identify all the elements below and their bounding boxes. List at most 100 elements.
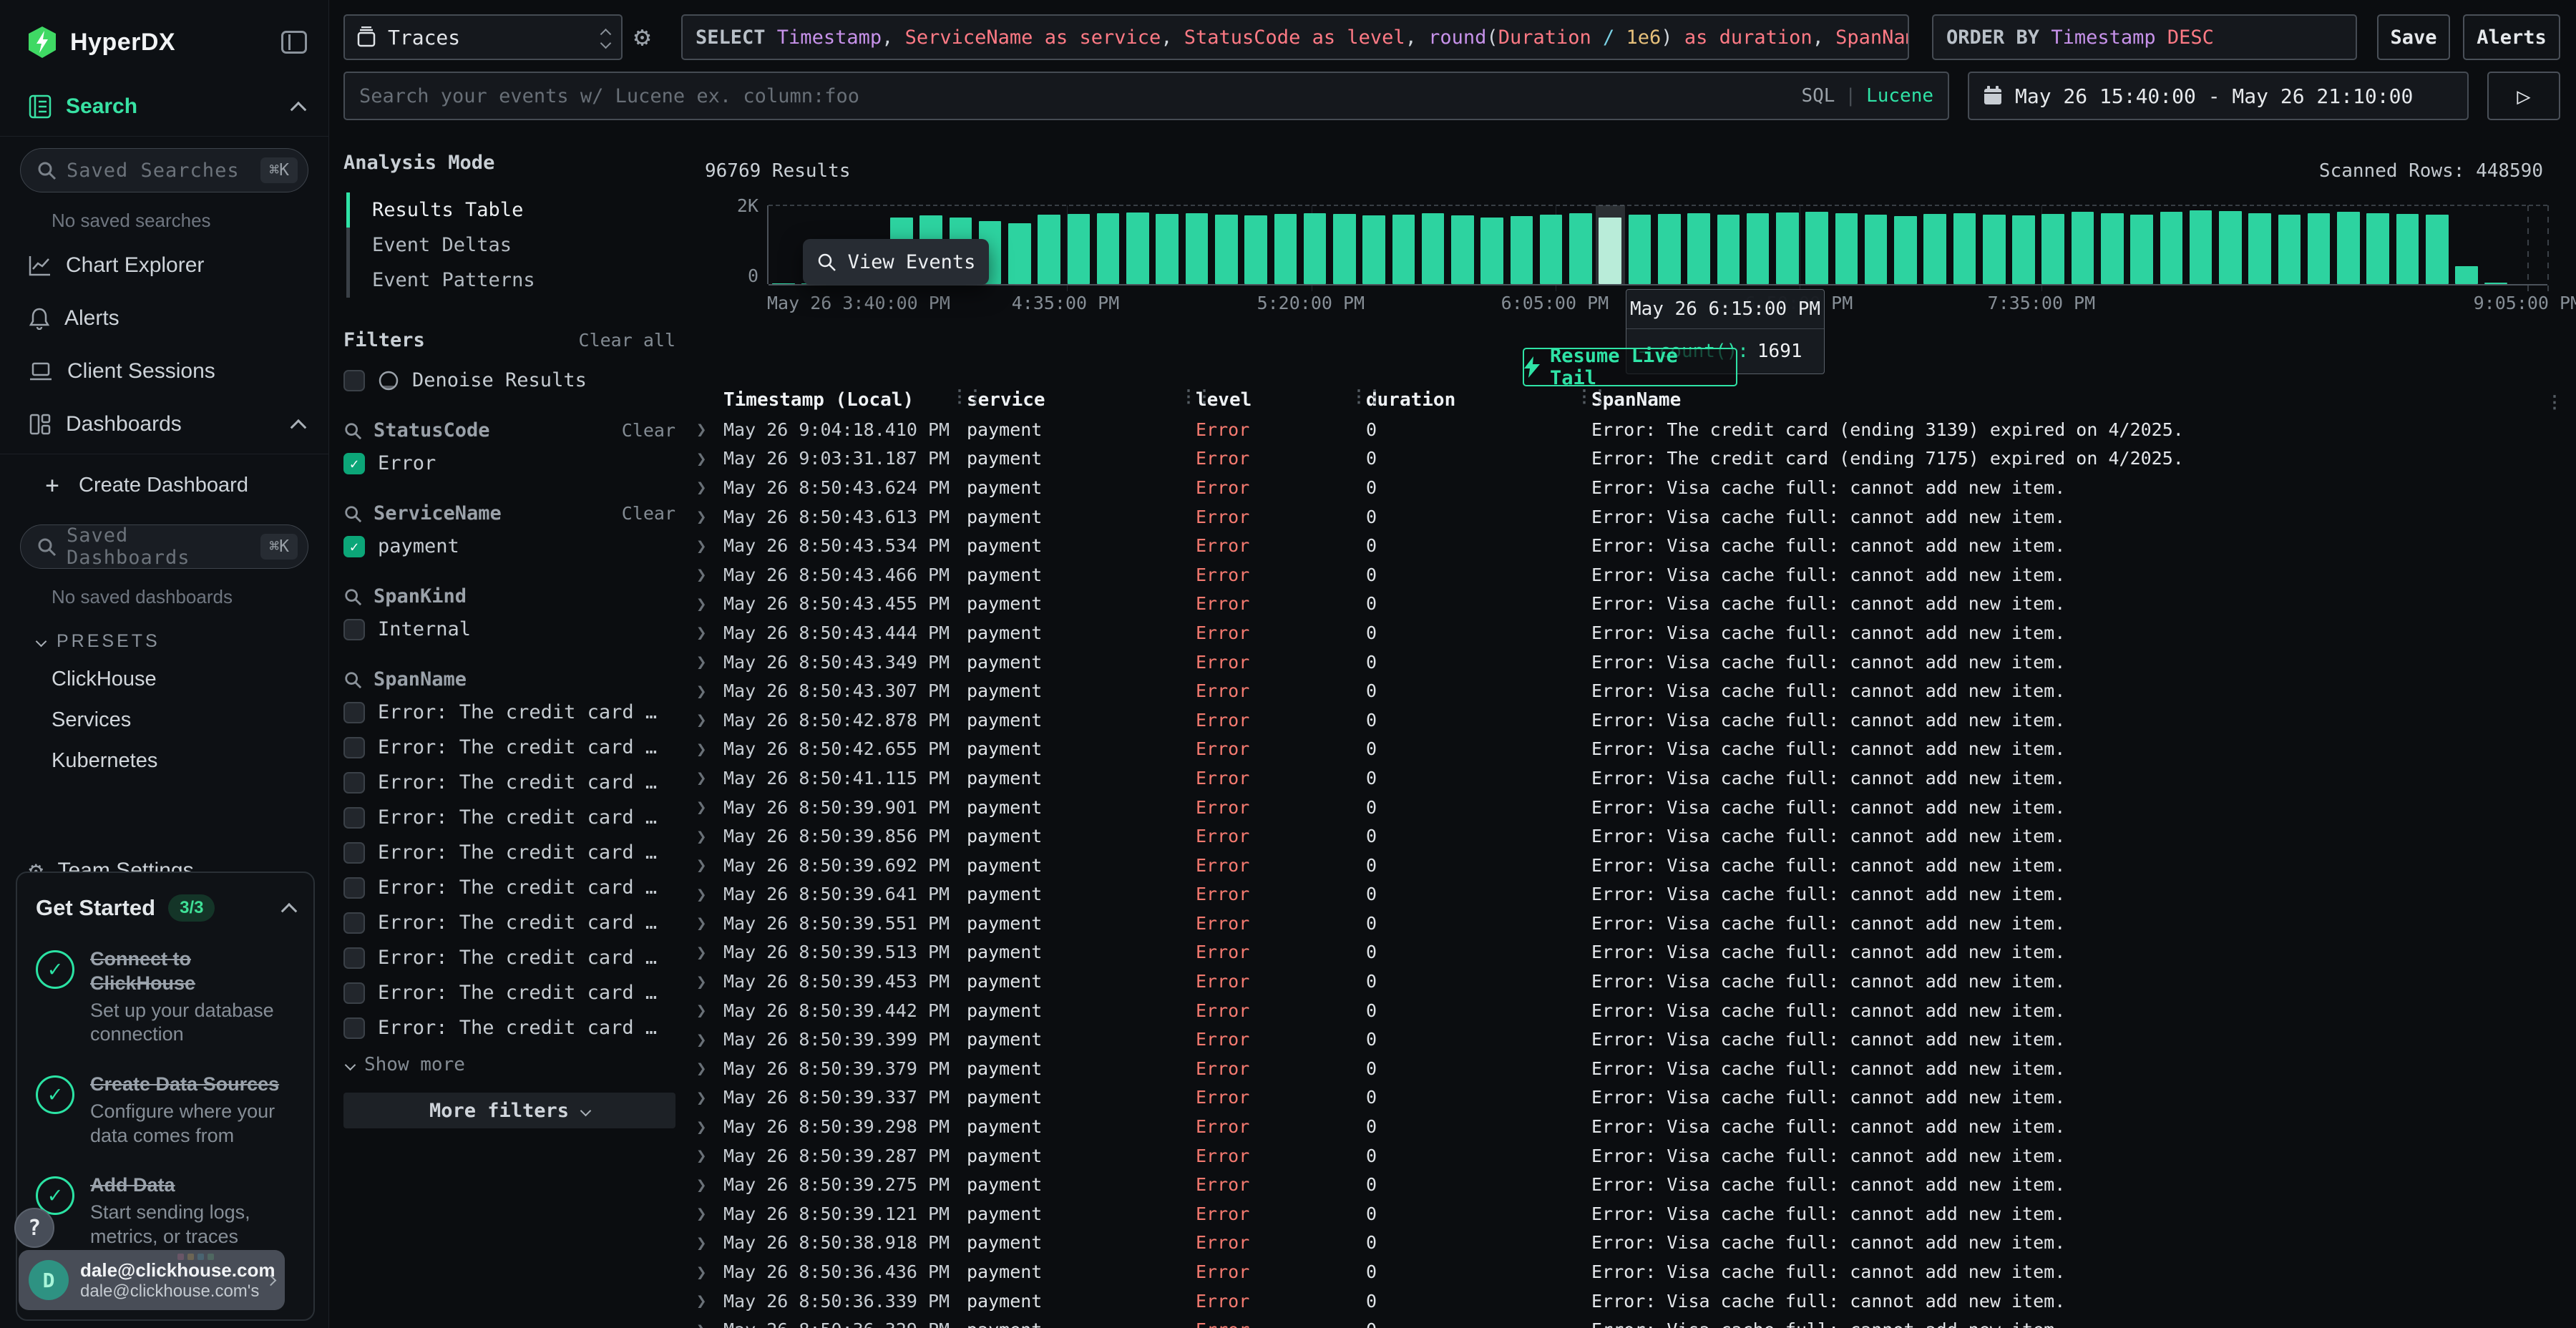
column-resize-handle[interactable]: ⋮⋮	[1180, 386, 1211, 406]
histogram-bar[interactable]	[1805, 212, 1828, 284]
histogram-bar[interactable]	[1717, 215, 1740, 284]
histogram-bar[interactable]	[1747, 213, 1770, 284]
sql-select-input[interactable]: SELECT Timestamp, ServiceName as service…	[681, 14, 1909, 60]
histogram-bar[interactable]	[1008, 223, 1031, 284]
search-icon[interactable]	[343, 587, 362, 606]
histogram-bar[interactable]	[1274, 214, 1297, 284]
filter-value-checkbox[interactable]: ✓Internal	[343, 612, 675, 647]
column-header-level[interactable]: ⋮⋮level	[1196, 389, 1366, 411]
sidebar-item-search[interactable]: Search	[0, 80, 328, 133]
expand-row-icon[interactable]: ❯	[696, 797, 723, 817]
expand-row-icon[interactable]: ❯	[696, 884, 723, 904]
preset-item[interactable]: Services	[0, 700, 328, 741]
expand-row-icon[interactable]: ❯	[696, 1204, 723, 1224]
histogram-bar[interactable]	[1923, 214, 1946, 284]
clear-link[interactable]: Clear	[622, 420, 675, 441]
preset-item[interactable]: Kubernetes	[0, 741, 328, 781]
sidebar-item-client-sessions[interactable]: Client Sessions	[0, 345, 328, 398]
histogram-bar[interactable]	[1511, 216, 1533, 284]
histogram-bar[interactable]	[1038, 215, 1060, 284]
histogram-bar[interactable]	[1244, 215, 1267, 284]
show-more-link[interactable]: Show more	[343, 1045, 675, 1075]
expand-row-icon[interactable]: ❯	[696, 972, 723, 992]
search-icon[interactable]	[343, 421, 362, 440]
expand-row-icon[interactable]: ❯	[696, 826, 723, 846]
clear-all-link[interactable]: Clear all	[579, 330, 675, 351]
sql-mode-toggle[interactable]: SQL	[1801, 85, 1835, 107]
histogram-bar[interactable]	[2455, 266, 2478, 284]
preset-item[interactable]: ClickHouse	[0, 659, 328, 700]
table-row[interactable]: ❯ May 26 8:50:36.339 PM payment Error 0 …	[691, 1286, 2576, 1316]
filter-value-checkbox[interactable]: ✓Error: The credit card …	[343, 1010, 675, 1045]
expand-row-icon[interactable]: ❯	[696, 681, 723, 701]
histogram-bar[interactable]	[2248, 213, 2271, 284]
chevron-up-icon[interactable]	[281, 903, 298, 919]
source-select[interactable]: Traces	[343, 14, 623, 60]
column-header-service[interactable]: ⋮⋮service	[967, 389, 1196, 411]
expand-row-icon[interactable]: ❯	[696, 768, 723, 788]
source-settings-gear-icon[interactable]: ⚙	[634, 23, 650, 50]
expand-row-icon[interactable]: ❯	[696, 507, 723, 527]
order-by-input[interactable]: ORDER BY Timestamp DESC	[1932, 14, 2357, 60]
filter-value-checkbox[interactable]: ✓Error: The credit card …	[343, 765, 675, 800]
histogram-bar[interactable]	[2041, 214, 2064, 284]
expand-row-icon[interactable]: ❯	[696, 1000, 723, 1020]
live-tail-play-button[interactable]: ▷	[2487, 72, 2560, 120]
get-started-step[interactable]: ✓ Connect to ClickHouse Set up your data…	[36, 947, 295, 1047]
presets-toggle[interactable]: PRESETS	[0, 615, 328, 659]
table-row[interactable]: ❯ May 26 8:50:39.275 PM payment Error 0 …	[691, 1170, 2576, 1199]
table-row[interactable]: ❯ May 26 8:50:43.444 PM payment Error 0 …	[691, 618, 2576, 648]
histogram-bar[interactable]	[1392, 215, 1415, 284]
get-started-step[interactable]: ✓ Add Data Start sending logs, metrics, …	[36, 1173, 295, 1249]
expand-row-icon[interactable]: ❯	[696, 1262, 723, 1282]
expand-row-icon[interactable]: ❯	[696, 419, 723, 439]
histogram-bar[interactable]	[1835, 213, 1858, 284]
expand-row-icon[interactable]: ❯	[696, 536, 723, 556]
save-button[interactable]: Save	[2377, 14, 2450, 60]
expand-row-icon[interactable]: ❯	[696, 942, 723, 962]
expand-row-icon[interactable]: ❯	[696, 652, 723, 672]
lucene-search-input[interactable]: Search your events w/ Lucene ex. column:…	[343, 72, 1949, 120]
histogram-bar[interactable]	[1599, 218, 1621, 284]
filter-value-checkbox[interactable]: ✓Error	[343, 446, 675, 481]
histogram-bar[interactable]	[1333, 214, 1356, 284]
column-resize-handle[interactable]: ⋮	[2546, 392, 2563, 412]
expand-row-icon[interactable]: ❯	[696, 1117, 723, 1137]
histogram-bar[interactable]	[1658, 214, 1681, 284]
more-filters-button[interactable]: More filters	[343, 1093, 675, 1128]
histogram-plot[interactable]	[767, 205, 2547, 284]
table-row[interactable]: ❯ May 26 8:50:39.121 PM payment Error 0 …	[691, 1199, 2576, 1229]
table-row[interactable]: ❯ May 26 8:50:39.692 PM payment Error 0 …	[691, 851, 2576, 880]
table-row[interactable]: ❯ May 26 8:50:43.613 PM payment Error 0 …	[691, 502, 2576, 532]
histogram-bar[interactable]	[1480, 218, 1503, 285]
filter-value-checkbox[interactable]: ✓Error: The credit card …	[343, 975, 675, 1010]
table-row[interactable]: ❯ May 26 8:50:39.453 PM payment Error 0 …	[691, 967, 2576, 996]
histogram-bar[interactable]	[2278, 215, 2301, 284]
expand-row-icon[interactable]: ❯	[696, 622, 723, 643]
histogram-bar[interactable]	[2130, 215, 2153, 284]
filter-value-checkbox[interactable]: ✓Error: The credit card …	[343, 800, 675, 835]
table-row[interactable]: ❯ May 26 8:50:39.513 PM payment Error 0 …	[691, 938, 2576, 967]
table-row[interactable]: ❯ May 26 8:50:39.399 PM payment Error 0 …	[691, 1025, 2576, 1054]
expand-row-icon[interactable]: ❯	[696, 1030, 723, 1050]
histogram-bar[interactable]	[1186, 213, 1209, 284]
table-row[interactable]: ❯ May 26 8:50:39.337 PM payment Error 0 …	[691, 1083, 2576, 1113]
create-dashboard-button[interactable]: + Create Dashboard	[0, 457, 328, 513]
expand-row-icon[interactable]: ❯	[696, 1320, 723, 1328]
filter-value-checkbox[interactable]: ✓payment	[343, 529, 675, 564]
analysis-mode-tab[interactable]: Results Table	[346, 192, 675, 228]
histogram-bar[interactable]	[2426, 215, 2449, 284]
expand-row-icon[interactable]: ❯	[696, 449, 723, 469]
histogram-bar[interactable]	[1097, 213, 1120, 284]
table-row[interactable]: ❯ May 26 8:50:39.641 PM payment Error 0 …	[691, 880, 2576, 909]
filter-value-checkbox[interactable]: ✓Error: The credit card …	[343, 835, 675, 870]
filter-value-checkbox[interactable]: ✓Error: The credit card …	[343, 695, 675, 730]
histogram-bar[interactable]	[1126, 213, 1149, 284]
table-row[interactable]: ❯ May 26 9:03:31.187 PM payment Error 0 …	[691, 444, 2576, 474]
saved-searches-input[interactable]: Saved Searches ⌘K	[20, 148, 308, 192]
table-row[interactable]: ❯ May 26 8:50:39.298 PM payment Error 0 …	[691, 1112, 2576, 1141]
expand-row-icon[interactable]: ❯	[696, 1175, 723, 1195]
saved-dashboards-input[interactable]: Saved Dashboards ⌘K	[20, 524, 308, 569]
table-row[interactable]: ❯ May 26 9:04:18.410 PM payment Error 0 …	[691, 415, 2576, 444]
expand-row-icon[interactable]: ❯	[696, 739, 723, 759]
